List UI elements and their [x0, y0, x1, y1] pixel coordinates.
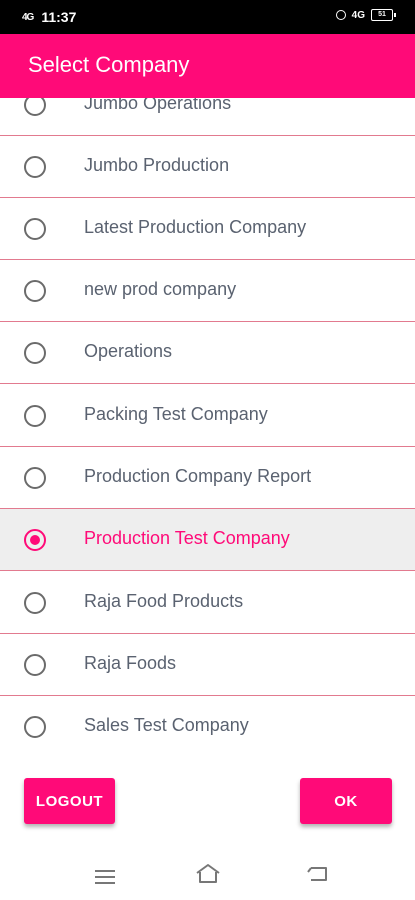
company-row[interactable]: Raja Food Products [0, 572, 415, 634]
company-label: new prod company [84, 279, 237, 299]
status-bar: 4G 11:37 4G 51 [0, 0, 415, 34]
radio-button-checked[interactable] [24, 529, 46, 551]
battery-icon: 51 [371, 9, 396, 21]
company-row-selected[interactable]: Production Test Company [0, 509, 415, 571]
company-label: Latest Production Company [84, 217, 307, 237]
ok-button[interactable]: OK [300, 778, 392, 824]
alarm-icon [335, 10, 346, 20]
company-label: Sales Test Company [84, 715, 249, 735]
back-icon[interactable] [306, 864, 330, 889]
radio-button[interactable] [24, 592, 46, 614]
home-icon[interactable] [194, 862, 222, 889]
company-row[interactable]: Packing Test Company [0, 385, 415, 447]
radio-button[interactable] [24, 467, 46, 489]
company-label: Production Test Company [84, 528, 290, 548]
status-time: 11:37 [41, 9, 77, 25]
radio-button[interactable] [24, 98, 46, 116]
signal-icon: 4G [22, 11, 34, 23]
radio-button[interactable] [24, 716, 46, 738]
company-row[interactable]: Jumbo Operations [0, 98, 415, 136]
radio-button[interactable] [24, 280, 46, 302]
company-label: Raja Food Products [84, 591, 244, 611]
company-row[interactable]: new prod company [0, 260, 415, 322]
company-label: Production Company Report [84, 466, 312, 486]
logout-button[interactable]: LOGOUT [24, 778, 115, 824]
app-bar: Select Company [0, 34, 415, 98]
company-row[interactable]: Raja Foods [0, 634, 415, 696]
radio-button[interactable] [24, 405, 46, 427]
radio-button[interactable] [24, 156, 46, 178]
company-row[interactable]: Production Company Report [0, 447, 415, 509]
network-icon: 4G [351, 9, 365, 21]
company-label: Raja Foods [84, 653, 177, 673]
company-label: Operations [84, 341, 173, 361]
company-label: Jumbo Production [84, 155, 230, 175]
company-row[interactable]: Jumbo Production [0, 136, 415, 198]
radio-button[interactable] [24, 342, 46, 364]
radio-button[interactable] [24, 654, 46, 676]
company-list[interactable]: Jumbo Operations Jumbo Production Latest… [0, 98, 415, 760]
company-row[interactable]: Sales Test Company [0, 696, 415, 758]
radio-button[interactable] [24, 218, 46, 240]
page-title: Select Company [28, 52, 190, 77]
company-label: Packing Test Company [84, 404, 268, 424]
company-label: Jumbo Operations [84, 98, 232, 113]
company-row[interactable]: Operations [0, 322, 415, 384]
navigation-bar [0, 850, 415, 900]
company-row[interactable]: Latest Production Company [0, 198, 415, 260]
menu-icon[interactable] [95, 870, 115, 888]
